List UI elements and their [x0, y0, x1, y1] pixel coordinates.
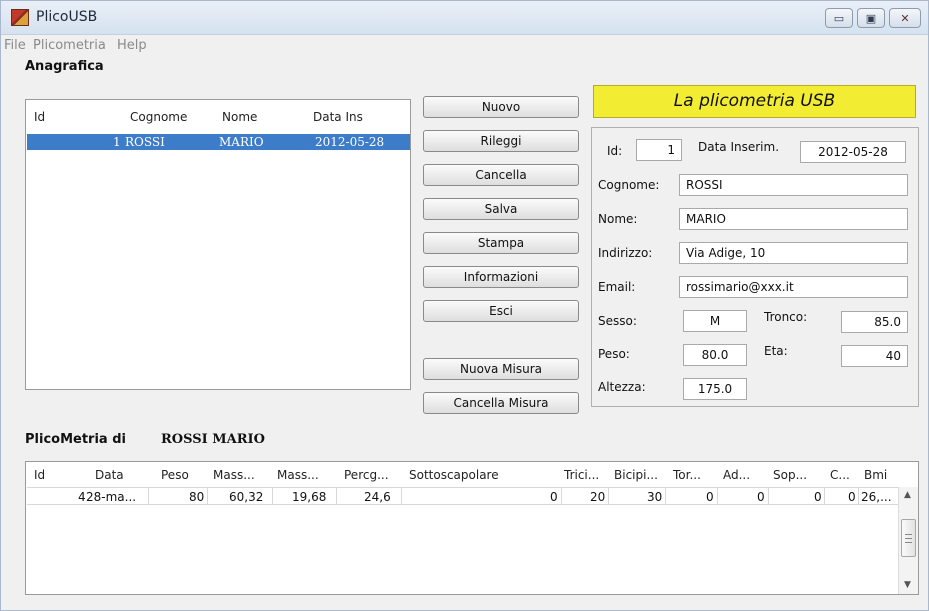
maximize-button[interactable]: ▣ — [857, 8, 885, 28]
cell-data-ins: 2012-05-28 — [315, 135, 385, 149]
column-header-cognome[interactable]: Cognome — [130, 110, 187, 124]
salva-button[interactable]: Salva — [423, 198, 579, 220]
column-header-nome[interactable]: Nome — [222, 110, 257, 124]
altezza-label: Altezza: — [598, 380, 646, 394]
peso-field[interactable]: 80.0 — [683, 344, 747, 366]
cell-cognome: ROSSI — [125, 135, 165, 149]
pm-col-peso[interactable]: Peso — [161, 468, 189, 482]
id-field[interactable]: 1 — [636, 139, 682, 161]
app-window: PlicoUSB ▭ ▣ ✕ File Plicometria Help Ana… — [0, 0, 929, 611]
cognome-field[interactable]: ROSSI — [679, 174, 908, 196]
pm-col-data[interactable]: Data — [95, 468, 124, 482]
pm-cell-coscia: 0 — [848, 490, 856, 504]
app-banner: La plicometria USB — [593, 85, 916, 118]
close-button[interactable]: ✕ — [889, 8, 921, 28]
cell-id: 1 — [113, 135, 121, 149]
cognome-label: Cognome: — [598, 178, 660, 192]
pm-cell-bmi: 26,... — [861, 490, 892, 504]
pm-col-addome[interactable]: Ad... — [723, 468, 750, 482]
vertical-scrollbar[interactable]: ▲ ▼ — [898, 487, 918, 594]
eta-field[interactable]: 40 — [841, 345, 908, 367]
pm-col-id[interactable]: Id — [34, 468, 45, 482]
scroll-thumb[interactable] — [901, 519, 916, 557]
data-inserimento-label: Data Inserim. — [698, 140, 780, 154]
pm-col-bmi[interactable]: Bmi — [864, 468, 887, 482]
anagrafica-table: Id Cognome Nome Data Ins 1 ROSSI MARIO 2… — [25, 99, 411, 390]
title-bar: PlicoUSB ▭ ▣ ✕ — [1, 1, 928, 35]
pm-cell-addome: 0 — [757, 490, 765, 504]
stampa-button[interactable]: Stampa — [423, 232, 579, 254]
pm-col-massa-grassa[interactable]: Mass... — [277, 468, 319, 482]
pm-col-torace[interactable]: Tor... — [673, 468, 701, 482]
anagrafica-title: Anagrafica — [25, 59, 104, 74]
menu-file[interactable]: File — [4, 38, 26, 53]
peso-label: Peso: — [598, 347, 630, 361]
pm-cell-peso: 80 — [189, 490, 205, 504]
app-icon — [11, 9, 29, 26]
pm-cell-sovrailiaca: 0 — [814, 490, 822, 504]
pm-cell-bicipite: 30 — [647, 490, 663, 504]
pm-cell-torace: 0 — [706, 490, 714, 504]
pm-cell-id: 4 — [78, 490, 86, 504]
window-title: PlicoUSB — [36, 9, 98, 25]
indirizzo-label: Indirizzo: — [598, 246, 653, 260]
nuovo-button[interactable]: Nuovo — [423, 96, 579, 118]
sesso-label: Sesso: — [598, 314, 637, 328]
table-row[interactable]: 1 ROSSI MARIO 2012-05-28 — [27, 134, 410, 150]
esci-button[interactable]: Esci — [423, 300, 579, 322]
sesso-field[interactable]: M — [683, 310, 747, 332]
cell-nome: MARIO — [219, 135, 264, 149]
column-header-id[interactable]: Id — [34, 110, 45, 124]
pm-col-tricipite[interactable]: Trici... — [564, 468, 599, 482]
pm-col-percg[interactable]: Percg... — [344, 468, 389, 482]
pm-cell-tricipite: 20 — [590, 490, 606, 504]
pm-col-bicipite[interactable]: Bicipi... — [614, 468, 658, 482]
pm-cell-data: 28-ma... — [86, 490, 137, 504]
pm-col-coscia[interactable]: C... — [830, 468, 850, 482]
altezza-field[interactable]: 175.0 — [683, 378, 747, 400]
pm-col-massa-magra[interactable]: Mass... — [213, 468, 255, 482]
plicometria-person-name: ROSSI MARIO — [161, 432, 265, 447]
plicometria-title: PlicoMetria di — [25, 432, 126, 447]
tronco-label: Tronco: — [764, 310, 808, 324]
email-field[interactable]: rossimario@xxx.it — [679, 276, 908, 298]
pm-cell-massa-magra: 60,32 — [229, 490, 264, 504]
tronco-field[interactable]: 85.0 — [841, 311, 908, 333]
eta-label: Eta: — [764, 344, 788, 358]
nome-label: Nome: — [598, 212, 638, 226]
pm-col-sottoscapolare[interactable]: Sottoscapolare — [409, 468, 499, 482]
id-label: Id: — [607, 144, 623, 158]
cancella-misura-button[interactable]: Cancella Misura — [423, 392, 579, 414]
pm-cell-percg: 24,6 — [364, 490, 391, 504]
cancella-button[interactable]: Cancella — [423, 164, 579, 186]
email-label: Email: — [598, 280, 636, 294]
pm-col-sovrailiaca[interactable]: Sop... — [773, 468, 807, 482]
plicometria-table: Id Data Peso Mass... Mass... Percg... So… — [25, 461, 919, 595]
nome-field[interactable]: MARIO — [679, 208, 908, 230]
menu-plicometria[interactable]: Plicometria — [33, 38, 106, 53]
scroll-down-icon[interactable]: ▼ — [904, 580, 911, 590]
data-inserimento-field[interactable]: 2012-05-28 — [800, 141, 906, 163]
indirizzo-field[interactable]: Via Adige, 10 — [679, 242, 908, 264]
minimize-button[interactable]: ▭ — [825, 8, 853, 28]
scroll-up-icon[interactable]: ▲ — [904, 490, 911, 500]
pm-cell-sottoscapolare: 0 — [550, 490, 558, 504]
rileggi-button[interactable]: Rileggi — [423, 130, 579, 152]
informazioni-button[interactable]: Informazioni — [423, 266, 579, 288]
pm-cell-massa-grassa: 19,68 — [292, 490, 327, 504]
menu-bar: File Plicometria Help — [1, 35, 928, 56]
menu-help[interactable]: Help — [117, 38, 147, 53]
table-row[interactable]: 4 28-ma... 80 60,32 19,68 24,6 0 20 30 0… — [27, 487, 898, 505]
detail-panel: Id: 1 Data Inserim. 2012-05-28 Cognome: … — [591, 127, 919, 407]
nuova-misura-button[interactable]: Nuova Misura — [423, 358, 579, 380]
column-header-data-ins[interactable]: Data Ins — [313, 110, 363, 124]
